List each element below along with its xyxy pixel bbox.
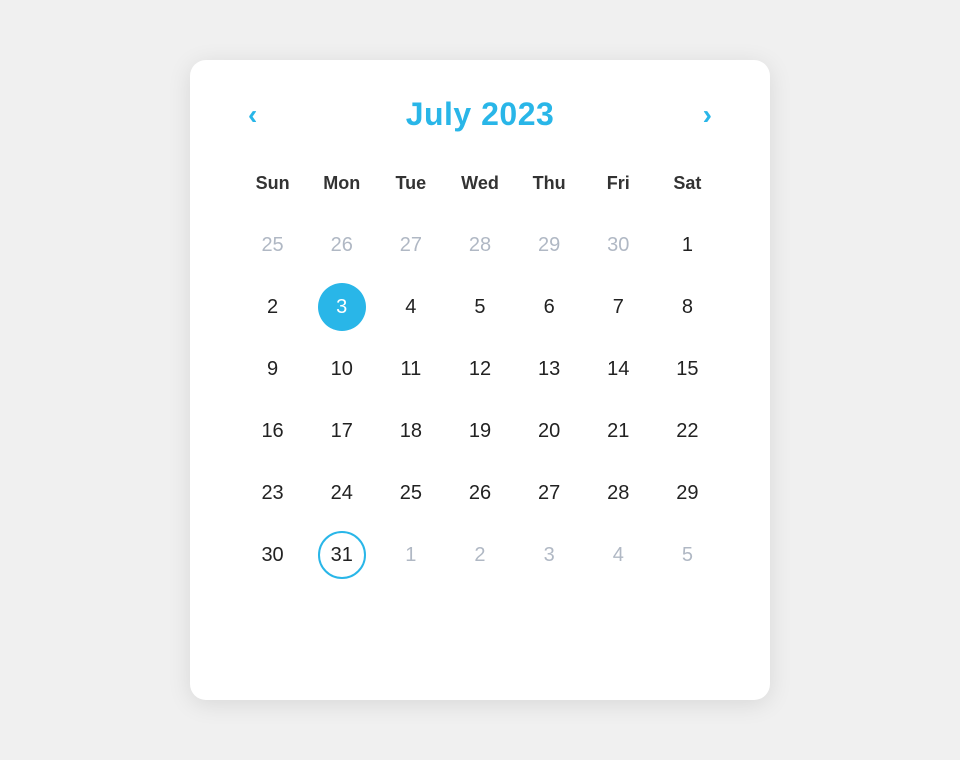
day-cell[interactable]: 10 (307, 338, 376, 400)
day-number: 3 (318, 283, 366, 331)
day-number: 8 (663, 283, 711, 331)
day-number: 24 (318, 469, 366, 517)
day-cell[interactable]: 27 (515, 462, 584, 524)
day-cell: 28 (445, 214, 514, 276)
day-cell: 25 (238, 214, 307, 276)
day-number: 28 (594, 469, 642, 517)
next-month-button[interactable]: › (693, 97, 722, 133)
day-number: 14 (594, 345, 642, 393)
day-number: 12 (456, 345, 504, 393)
day-cell[interactable]: 12 (445, 338, 514, 400)
day-header-fri: Fri (584, 165, 653, 214)
day-cell: 29 (515, 214, 584, 276)
day-number: 5 (456, 283, 504, 331)
day-cell: 5 (653, 524, 722, 586)
day-cell: 3 (515, 524, 584, 586)
day-cell: 2 (445, 524, 514, 586)
day-number: 20 (525, 407, 573, 455)
day-cell[interactable]: 30 (238, 524, 307, 586)
day-cell[interactable]: 2 (238, 276, 307, 338)
day-number: 26 (456, 469, 504, 517)
day-cell[interactable]: 25 (376, 462, 445, 524)
day-cell[interactable]: 28 (584, 462, 653, 524)
day-number: 27 (525, 469, 573, 517)
day-number: 1 (387, 531, 435, 579)
day-header-thu: Thu (515, 165, 584, 214)
day-header-sun: Sun (238, 165, 307, 214)
day-cell: 1 (376, 524, 445, 586)
day-number: 17 (318, 407, 366, 455)
day-cell[interactable]: 14 (584, 338, 653, 400)
day-cell: 26 (307, 214, 376, 276)
day-number: 28 (456, 221, 504, 269)
day-number: 18 (387, 407, 435, 455)
day-cell[interactable]: 6 (515, 276, 584, 338)
day-number: 3 (525, 531, 573, 579)
day-number: 27 (387, 221, 435, 269)
day-number: 15 (663, 345, 711, 393)
day-number: 30 (249, 531, 297, 579)
day-cell[interactable]: 8 (653, 276, 722, 338)
day-number: 11 (387, 345, 435, 393)
day-cell[interactable]: 3 (307, 276, 376, 338)
day-cell[interactable]: 31 (307, 524, 376, 586)
day-number: 21 (594, 407, 642, 455)
prev-month-button[interactable]: ‹ (238, 97, 267, 133)
day-cell[interactable]: 9 (238, 338, 307, 400)
day-number: 26 (318, 221, 366, 269)
day-number: 23 (249, 469, 297, 517)
day-number: 22 (663, 407, 711, 455)
day-cell[interactable]: 29 (653, 462, 722, 524)
day-cell[interactable]: 16 (238, 400, 307, 462)
day-number: 16 (249, 407, 297, 455)
day-number: 4 (387, 283, 435, 331)
day-cell[interactable]: 23 (238, 462, 307, 524)
day-number: 29 (525, 221, 573, 269)
day-number: 2 (249, 283, 297, 331)
day-number: 9 (249, 345, 297, 393)
calendar-card: ‹ July 2023 › SunMonTueWedThuFriSat25262… (190, 60, 770, 700)
day-header-sat: Sat (653, 165, 722, 214)
day-cell: 27 (376, 214, 445, 276)
day-cell[interactable]: 4 (376, 276, 445, 338)
day-cell[interactable]: 5 (445, 276, 514, 338)
day-number: 10 (318, 345, 366, 393)
day-cell[interactable]: 11 (376, 338, 445, 400)
day-number: 19 (456, 407, 504, 455)
day-header-tue: Tue (376, 165, 445, 214)
day-number: 30 (594, 221, 642, 269)
day-number: 6 (525, 283, 573, 331)
day-cell[interactable]: 26 (445, 462, 514, 524)
day-cell[interactable]: 20 (515, 400, 584, 462)
day-cell: 30 (584, 214, 653, 276)
calendar-header: ‹ July 2023 › (238, 96, 722, 133)
day-header-mon: Mon (307, 165, 376, 214)
day-cell[interactable]: 19 (445, 400, 514, 462)
day-number: 31 (318, 531, 366, 579)
day-cell[interactable]: 1 (653, 214, 722, 276)
day-number: 5 (663, 531, 711, 579)
day-cell[interactable]: 24 (307, 462, 376, 524)
month-title: July 2023 (406, 96, 555, 133)
calendar-grid: SunMonTueWedThuFriSat2526272829301234567… (238, 165, 722, 586)
day-number: 13 (525, 345, 573, 393)
day-cell: 4 (584, 524, 653, 586)
day-number: 25 (387, 469, 435, 517)
day-number: 25 (249, 221, 297, 269)
day-cell[interactable]: 21 (584, 400, 653, 462)
day-number: 2 (456, 531, 504, 579)
day-cell[interactable]: 17 (307, 400, 376, 462)
day-cell[interactable]: 15 (653, 338, 722, 400)
day-cell[interactable]: 22 (653, 400, 722, 462)
day-cell[interactable]: 18 (376, 400, 445, 462)
day-cell[interactable]: 13 (515, 338, 584, 400)
day-number: 1 (663, 221, 711, 269)
day-header-wed: Wed (445, 165, 514, 214)
day-number: 4 (594, 531, 642, 579)
day-cell[interactable]: 7 (584, 276, 653, 338)
day-number: 7 (594, 283, 642, 331)
day-number: 29 (663, 469, 711, 517)
